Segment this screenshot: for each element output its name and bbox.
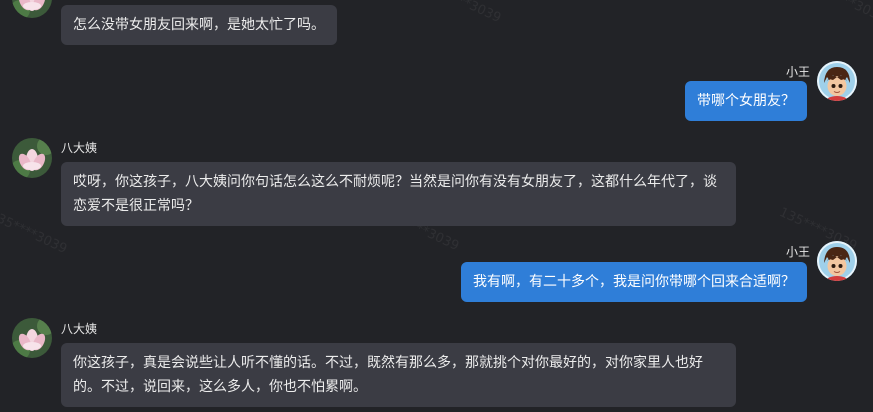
watermark: 135****3039	[805, 0, 873, 27]
sender-name: 小王	[785, 245, 810, 259]
sender-name: 小王	[785, 65, 810, 79]
sender-name: 八大姨	[61, 141, 98, 155]
boy-avatar-icon[interactable]	[817, 241, 857, 281]
message-bubble[interactable]: 我有啊，有二十多个，我是问你带哪个回来合适啊？	[461, 262, 807, 302]
sender-name: 八大姨	[61, 322, 98, 336]
message-bubble[interactable]: 你这孩子，真是会说些让人听不懂的话。不过，既然有那么多，那就挑个对你最好的，对你…	[61, 343, 736, 407]
lotus-avatar-icon[interactable]	[12, 0, 52, 18]
boy-avatar-icon[interactable]	[817, 61, 857, 101]
message-bubble[interactable]: 怎么没带女朋友回来啊，是她太忙了吗。	[61, 5, 337, 45]
watermark: 135****3039	[0, 207, 70, 258]
watermark: 135****3039	[420, 0, 504, 27]
lotus-avatar-icon[interactable]	[12, 138, 52, 178]
lotus-avatar-icon[interactable]	[12, 318, 52, 358]
message-bubble[interactable]: 哎呀，你这孩子，八大姨问你句话怎么这么不耐烦呢？当然是问你有没有女朋友了，这都什…	[61, 162, 736, 226]
message-bubble[interactable]: 带哪个女朋友？	[685, 81, 807, 121]
